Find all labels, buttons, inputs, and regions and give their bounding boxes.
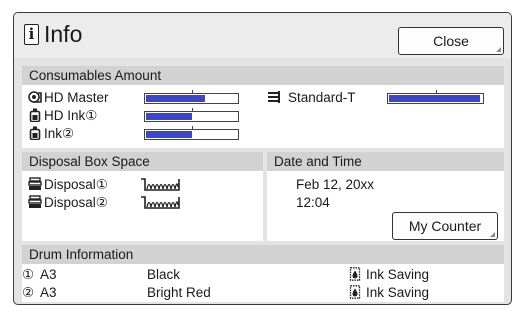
current-date: Feb 12, 20xx [296,177,375,192]
drum-mode: Ink Saving [366,285,430,300]
drum-number: ① [22,267,35,282]
drum-paper-size: A3 [40,285,57,300]
consumable-label: HD Ink① [44,108,98,123]
section-heading: Disposal Box Space [22,152,263,171]
paper-level-bar [387,90,484,104]
consumable-level-bar [144,108,239,122]
drum-number: ② [22,285,35,300]
close-button[interactable]: Close [398,27,504,55]
paper-stack-icon [268,91,280,103]
section-heading: Date and Time [267,152,504,171]
drum-info-section: Drum Information ① A3 Black Ink Saving ②… [22,245,504,302]
drum-ink-color: Black [147,267,181,282]
consumable-label: Ink② [44,126,75,141]
disposal-section: Disposal Box Space Disposal① Disposal② [22,152,263,241]
consumable-label: HD Master [44,90,109,105]
master-roll-icon [28,91,42,103]
ink-bottle-icon [29,126,41,140]
title-bar: i Info Close [14,13,511,58]
info-icon: i [24,24,39,45]
current-time: 12:04 [296,195,330,210]
ink-bottle-icon [29,108,41,122]
consumables-section: Consumables Amount HD Master HD Ink① Ink… [22,66,504,148]
disposal-label: Disposal① [44,177,108,192]
date-time-section: Date and Time Feb 12, 20xx 12:04 My Coun… [267,152,504,241]
disposal-label: Disposal② [44,195,108,210]
consumable-level-bar [144,90,239,104]
section-heading: Consumables Amount [22,66,504,85]
drum-paper-size: A3 [40,267,57,282]
info-dialog: i Info Close Consumables Amount HD Maste… [13,12,512,305]
consumable-level-bar [144,126,239,140]
drum-ink-color: Bright Red [147,285,211,300]
disposal-fill-gauge [141,178,180,191]
my-counter-button[interactable]: My Counter [392,212,498,240]
ink-saving-icon [349,285,361,299]
disposal-box-icon [28,195,42,208]
section-heading: Drum Information [22,245,504,264]
consumable-label: Standard-T [288,90,356,105]
disposal-fill-gauge [141,196,180,209]
drum-mode: Ink Saving [366,267,430,282]
disposal-box-icon [28,177,42,190]
ink-saving-icon [349,267,361,281]
dialog-title: Info [44,21,83,47]
